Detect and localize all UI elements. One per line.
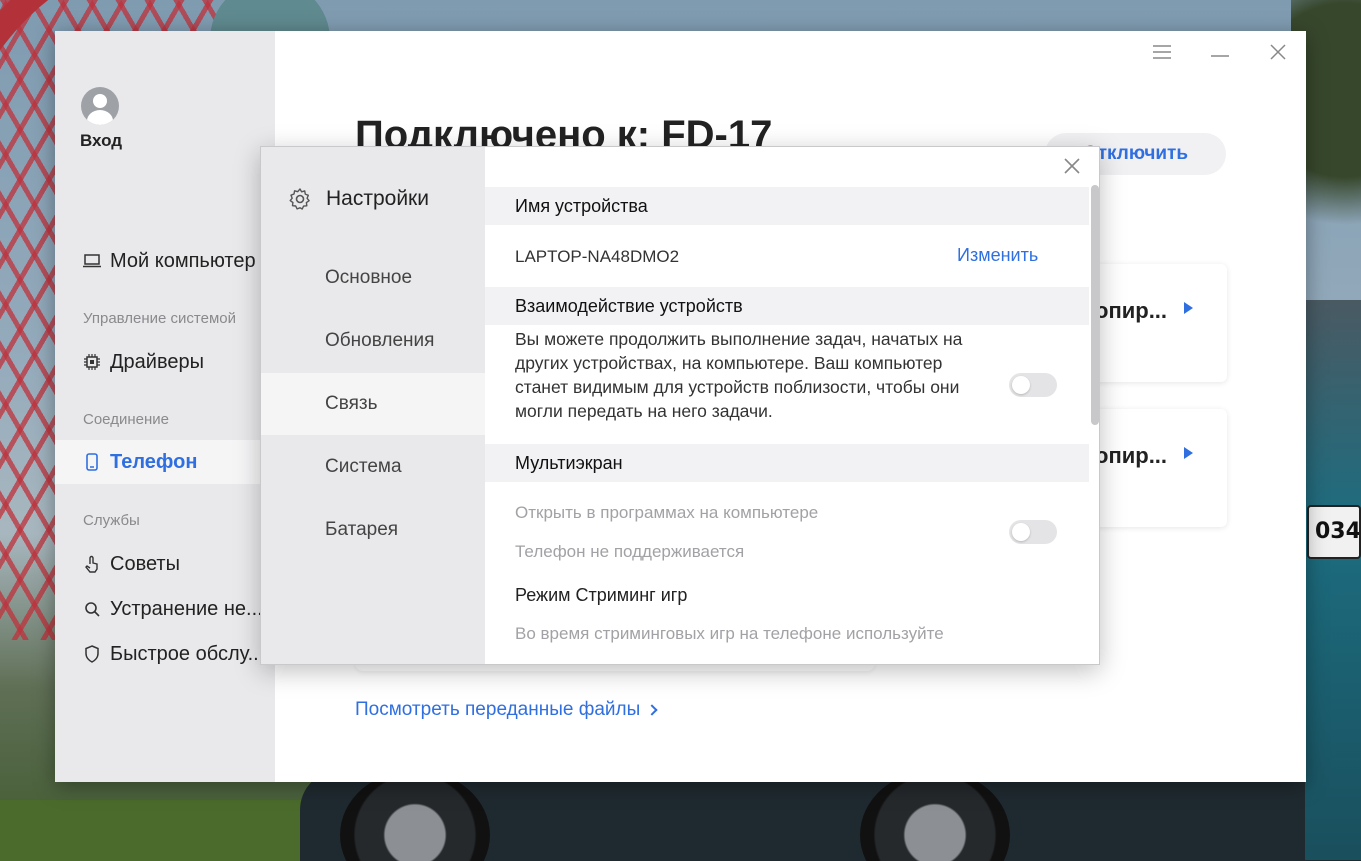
sidebar-item-label: Мой компьютер (110, 249, 256, 272)
license-plate: 034 (1307, 505, 1361, 559)
settings-header: Настройки (288, 187, 429, 211)
sidebar-item-my-computer[interactable]: Мой компьютер (55, 239, 275, 283)
settings-content: Имя устройства LAPTOP-NA48DMO2 Изменить … (485, 147, 1099, 664)
game-streaming-label: Режим Стриминг игр (515, 585, 688, 605)
settings-tab-general[interactable]: Основное (261, 247, 485, 309)
settings-tab-battery[interactable]: Батарея (261, 499, 485, 561)
avatar[interactable] (81, 87, 119, 125)
interaction-toggle[interactable] (1009, 373, 1057, 397)
phone-unsupported-label: Телефон не поддерживается (515, 542, 745, 561)
view-transferred-files-link[interactable]: Посмотреть переданные файлы (355, 699, 658, 721)
sidebar-item-drivers[interactable]: Драйверы (55, 340, 275, 384)
settings-dialog: Настройки Основное Обновления Связь Сист… (260, 146, 1100, 665)
car-side (1305, 300, 1361, 860)
open-in-apps-label: Открыть в программах на компьютере (515, 503, 819, 522)
device-name-value: LAPTOP-NA48DMO2 (515, 247, 680, 266)
minimize-icon (1211, 45, 1229, 63)
feature-card[interactable]: опир... (1085, 409, 1227, 527)
sidebar-item-label: Устранение не... (110, 597, 263, 620)
sidebar-item-phone[interactable]: Телефон (55, 440, 275, 484)
settings-title: Настройки (326, 187, 429, 210)
sidebar-item-label: Драйверы (110, 350, 204, 373)
sidebar-item-tips[interactable]: Советы (55, 542, 275, 586)
close-icon (1270, 43, 1286, 65)
menu-button[interactable] (1147, 39, 1177, 69)
settings-scrollbar[interactable] (1091, 185, 1099, 425)
open-in-apps-toggle[interactable] (1009, 520, 1057, 544)
section-device-interaction: Взаимодействие устройств (485, 287, 1089, 325)
chevron-right-icon (646, 704, 658, 716)
settings-tab-connection[interactable]: Связь (261, 373, 485, 435)
hand-pointer-icon (83, 555, 101, 573)
arrow-right-icon (1184, 302, 1193, 314)
menu-icon (1153, 44, 1171, 64)
sidebar-item-label: Советы (110, 552, 180, 575)
search-icon (83, 600, 101, 618)
toggle-knob (1012, 523, 1030, 541)
shield-icon (83, 645, 101, 663)
close-button[interactable] (1263, 39, 1293, 69)
sidebar-item-troubleshoot[interactable]: Устранение не... (55, 587, 275, 631)
chip-icon (83, 353, 101, 371)
section-system-label: Управление системой (83, 310, 237, 327)
settings-tab-updates[interactable]: Обновления (261, 310, 485, 372)
settings-nav: Настройки Основное Обновления Связь Сист… (261, 147, 485, 664)
section-connection-label: Соединение (83, 411, 169, 428)
section-multiscreen: Мультиэкран (485, 444, 1089, 482)
toggle-knob (1012, 376, 1030, 394)
phone-icon (83, 453, 101, 471)
laptop-icon (83, 252, 101, 270)
change-device-name-link[interactable]: Изменить (957, 245, 1038, 266)
feature-card[interactable]: опир... (1085, 264, 1227, 382)
feature-card-title: опир... (1095, 443, 1168, 468)
settings-tab-system[interactable]: Система (261, 436, 485, 498)
interaction-description: Вы можете продолжить выполнение задач, н… (515, 329, 963, 421)
section-device-name: Имя устройства (485, 187, 1089, 225)
sidebar-item-label: Быстрое обслу... (110, 642, 265, 665)
gear-icon (288, 187, 312, 211)
sidebar-item-quick-service[interactable]: Быстрое обслу... (55, 632, 275, 676)
login-label[interactable]: Вход (80, 131, 122, 151)
section-services-label: Службы (83, 512, 140, 529)
files-link-label: Посмотреть переданные файлы (355, 699, 641, 720)
game-streaming-description: Во время стриминговых игр на телефоне ис… (515, 624, 944, 643)
arrow-right-icon (1184, 447, 1193, 459)
minimize-button[interactable] (1205, 39, 1235, 69)
sidebar: Вход Мой компьютер Управление системой Д… (55, 31, 275, 782)
feature-card-title: опир... (1095, 298, 1168, 323)
sidebar-item-label: Телефон (110, 450, 198, 473)
